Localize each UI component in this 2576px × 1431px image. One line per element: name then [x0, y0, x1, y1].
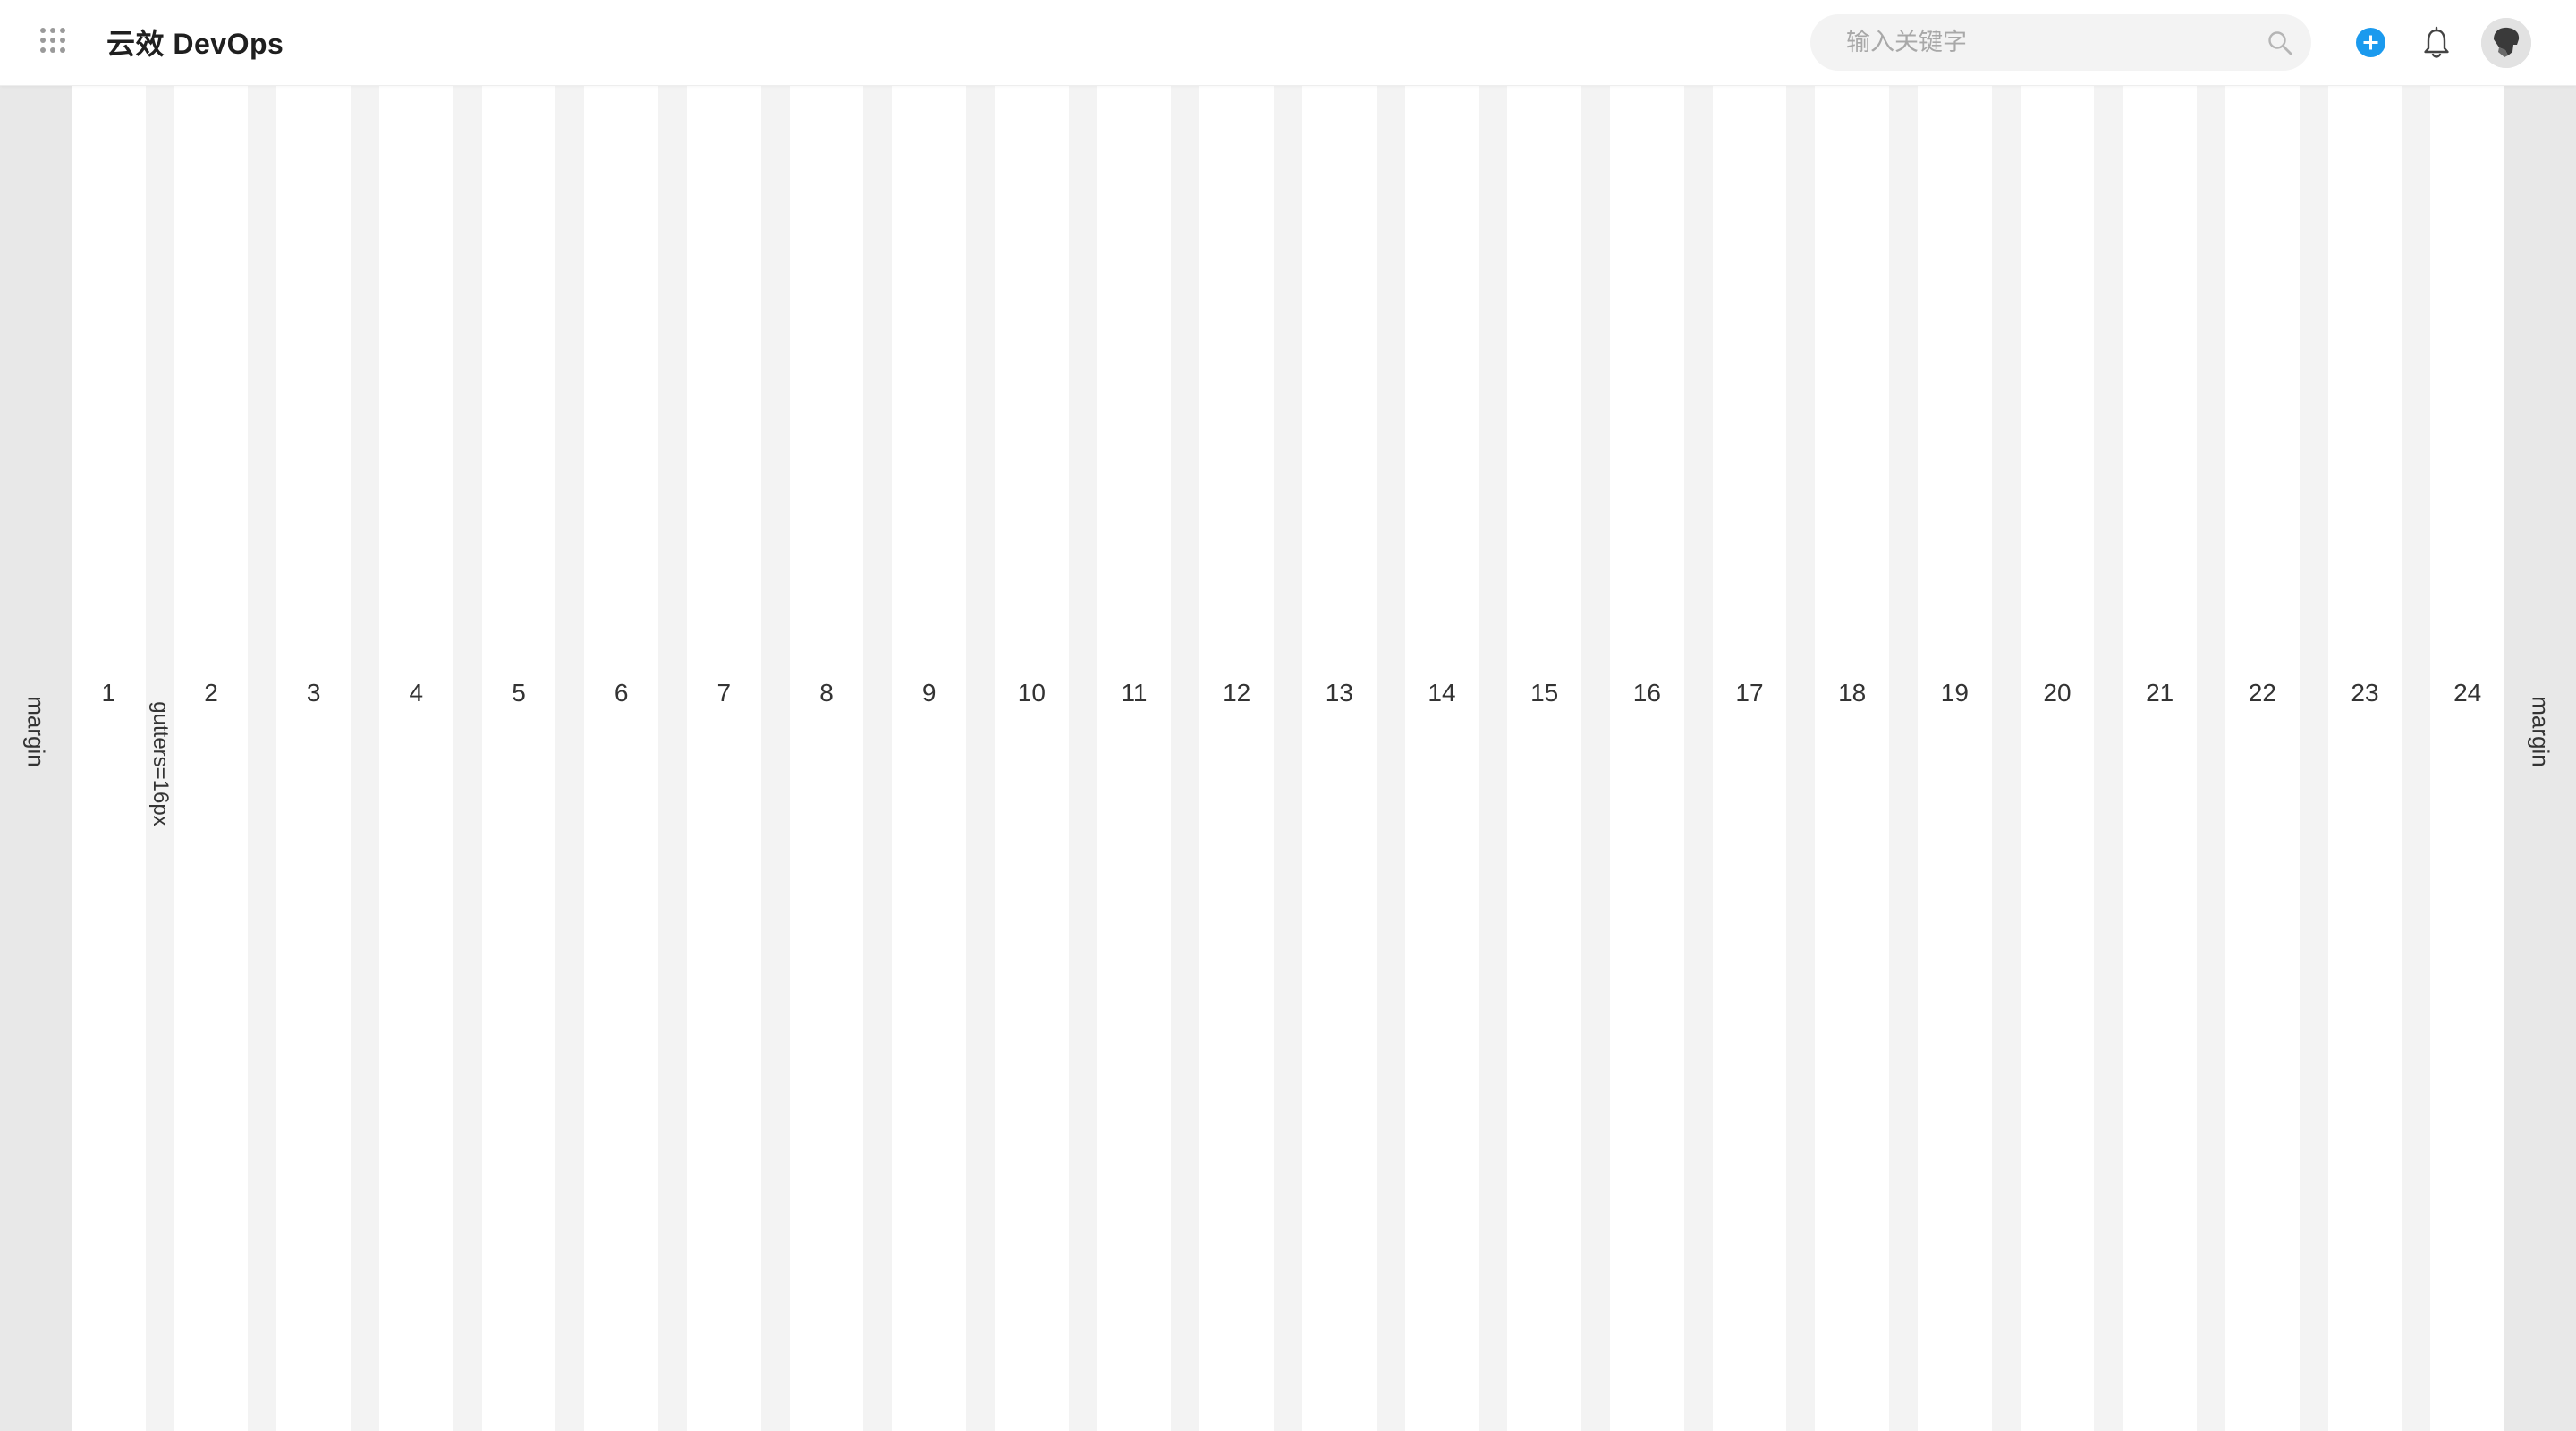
- grid-column: 21: [2123, 86, 2197, 1431]
- grid-column: 12: [1199, 86, 1274, 1431]
- grid-column: 19: [1918, 86, 1992, 1431]
- grid-column-number: 3: [306, 679, 321, 707]
- grid-gutter: [1683, 86, 1713, 1431]
- grid-gutter: [1786, 86, 1816, 1431]
- grid-gutter: [2402, 86, 2431, 1431]
- grid-column: 16: [1610, 86, 1684, 1431]
- grid-gutter: [1479, 86, 1508, 1431]
- grid-gutter: [351, 86, 379, 1431]
- left-margin: margin: [0, 86, 72, 1431]
- global-search-box[interactable]: [1810, 14, 2311, 71]
- grid-column: 9: [892, 86, 966, 1431]
- layout-grid: margin margin 1 gutters=16px 2 3 4 5 6 7 8 9 10 11 1…: [0, 86, 2576, 1431]
- grid-gutter: [2094, 86, 2123, 1431]
- grid-column-number: 24: [2453, 679, 2482, 707]
- brand-title[interactable]: 云效 DevOps: [106, 24, 284, 64]
- grid-column: 6: [584, 86, 658, 1431]
- grid-column: 15: [1507, 86, 1581, 1431]
- grid-column-number: 23: [2351, 679, 2379, 707]
- grid-column-number: 18: [1838, 679, 1867, 707]
- grid-column-number: 6: [614, 679, 629, 707]
- gutter-label: gutters=16px: [148, 701, 173, 826]
- grid-column-number: 21: [2146, 679, 2174, 707]
- notifications-button[interactable]: [2420, 26, 2453, 60]
- grid-column: 18: [1815, 86, 1889, 1431]
- grid-column-number: 20: [2043, 679, 2072, 707]
- bell-icon: [2424, 26, 2449, 58]
- grid-gutter: [1991, 86, 2021, 1431]
- create-button[interactable]: [2356, 28, 2385, 57]
- grid-column: 22: [2225, 86, 2300, 1431]
- grid-gutter: [1171, 86, 1200, 1431]
- plus-circle-icon: [2356, 28, 2385, 57]
- grid-column-number: 4: [409, 679, 424, 707]
- grid-column: 13: [1302, 86, 1377, 1431]
- grid-column: 17: [1712, 86, 1787, 1431]
- grid-column-number: 5: [512, 679, 526, 707]
- grid-column-number: 12: [1223, 679, 1251, 707]
- grid-gutter: [1068, 86, 1097, 1431]
- grid-column: 2: [174, 86, 249, 1431]
- grid-column-number: 10: [1017, 679, 1046, 707]
- grid-column-number: 1: [101, 679, 116, 707]
- grid-column-number: 9: [921, 679, 936, 707]
- grid-column: 24: [2430, 86, 2504, 1431]
- grid-column-number: 16: [1632, 679, 1661, 707]
- grid-gutter: gutters=16px: [145, 86, 174, 1431]
- top-navigation-bar: 云效 DevOps: [0, 0, 2576, 86]
- grid-column-number: 8: [819, 679, 834, 707]
- grid-gutter: [1274, 86, 1302, 1431]
- grid-column: 14: [1404, 86, 1479, 1431]
- grid-gutter: [555, 86, 585, 1431]
- grid-column: 8: [789, 86, 864, 1431]
- margin-label: margin: [2527, 696, 2555, 767]
- grid-column: 23: [2327, 86, 2402, 1431]
- grid-column-number: 13: [1325, 679, 1353, 707]
- grid-gutter: [760, 86, 790, 1431]
- grid-column: 4: [379, 86, 453, 1431]
- grid-column-number: 15: [1530, 679, 1559, 707]
- right-margin: margin: [2504, 86, 2576, 1431]
- grid-column-number: 17: [1735, 679, 1764, 707]
- grid-column: 11: [1097, 86, 1172, 1431]
- margin-label: margin: [22, 696, 50, 767]
- grid-column-number: 14: [1428, 679, 1456, 707]
- grid-gutter: [453, 86, 482, 1431]
- grid-column-number: 22: [2248, 679, 2276, 707]
- user-avatar[interactable]: [2481, 18, 2531, 68]
- grid-gutter: [2197, 86, 2225, 1431]
- grid-gutter: [1376, 86, 1405, 1431]
- grid-column: 5: [481, 86, 556, 1431]
- avatar-image: [2481, 18, 2531, 68]
- grid-column-number: 2: [204, 679, 218, 707]
- grid-gutter: [658, 86, 687, 1431]
- grid-apps-icon: [40, 28, 65, 53]
- grid-gutter: [2299, 86, 2328, 1431]
- grid-column: 20: [2020, 86, 2095, 1431]
- apps-menu-button[interactable]: [39, 27, 66, 54]
- search-input[interactable]: [1846, 14, 2240, 71]
- grid-gutter: [966, 86, 995, 1431]
- grid-gutter: [1889, 86, 1918, 1431]
- grid-column: 3: [276, 86, 351, 1431]
- grid-column: 10: [995, 86, 1069, 1431]
- grid-gutter: [1581, 86, 1610, 1431]
- grid-column: 1: [72, 86, 146, 1431]
- grid-column-number: 7: [716, 679, 732, 707]
- grid-column: 7: [687, 86, 761, 1431]
- grid-gutter: [863, 86, 893, 1431]
- search-icon[interactable]: [2267, 30, 2293, 56]
- grid-column-number: 11: [1121, 679, 1148, 707]
- grid-gutter: [248, 86, 277, 1431]
- grid-column-number: 19: [1940, 679, 1969, 707]
